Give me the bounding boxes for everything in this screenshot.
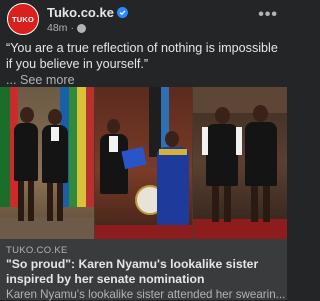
link-headline[interactable]: "So proud": Karen Nyamu's lookalike sist… (6, 257, 284, 287)
photo-panel-center (95, 87, 192, 239)
globe-icon (76, 23, 86, 33)
page-avatar[interactable]: TUKO (7, 3, 39, 35)
page-name[interactable]: Tuko.co.ke (47, 5, 128, 20)
post-photo[interactable] (0, 87, 287, 239)
more-options-icon[interactable]: ••• (258, 6, 278, 24)
post-meta: 48m · (47, 22, 86, 34)
verified-badge-icon (116, 7, 128, 18)
see-more-link[interactable]: ... See more (6, 73, 75, 87)
post-time[interactable]: 48m (47, 22, 67, 34)
caption-text: “You are a true reflection of nothing is… (6, 41, 278, 71)
link-preview-card[interactable]: TUKO.CO.KE "So proud": Karen Nyamu's loo… (0, 239, 287, 301)
post-caption: “You are a true reflection of nothing is… (6, 40, 282, 88)
post-header: TUKO Tuko.co.ke 48m · ••• (0, 0, 287, 40)
photo-panel-right (193, 87, 287, 239)
link-description: Karen Nyamu's lookalike sister attended … (6, 288, 286, 301)
page-name-label[interactable]: Tuko.co.ke (47, 5, 114, 20)
link-domain: TUKO.CO.KE (6, 245, 68, 256)
photo-panel-left (0, 87, 94, 239)
meta-separator: · (70, 22, 74, 34)
